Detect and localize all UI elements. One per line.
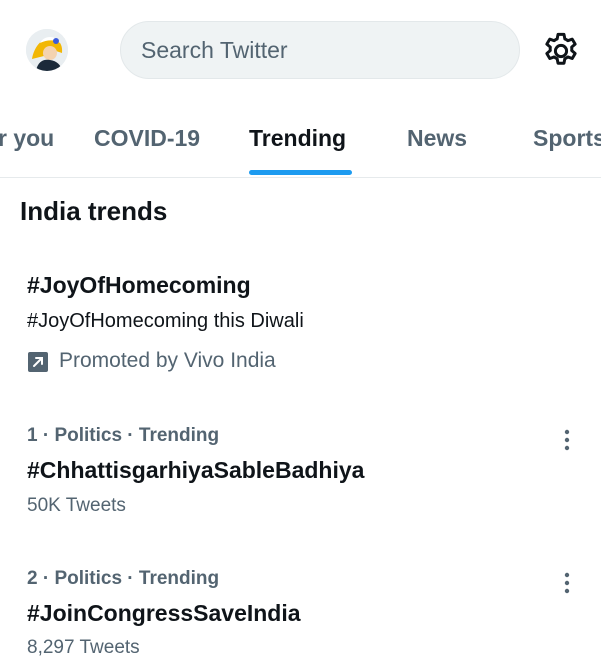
search-bar[interactable]	[120, 21, 520, 79]
promoted-trend-description: #JoyOfHomecoming this Diwali	[27, 310, 304, 332]
trend-tweet-count: 8,297 Tweets	[27, 637, 140, 658]
avatar[interactable]	[26, 29, 68, 71]
trend-title[interactable]: #ChhattisgarhiyaSableBadhiya	[27, 457, 364, 484]
tab-for-you[interactable]: r you	[0, 108, 54, 177]
promoted-trend-title[interactable]: #JoyOfHomecoming	[27, 272, 251, 299]
explore-tabs: r you COVID-19 Trending News Sports	[0, 108, 601, 178]
search-input[interactable]	[141, 22, 501, 78]
tab-covid-19[interactable]: COVID-19	[94, 108, 200, 177]
more-vertical-icon[interactable]	[560, 571, 574, 597]
more-vertical-icon[interactable]	[560, 428, 574, 454]
trend-title[interactable]: #JoinCongressSaveIndia	[27, 600, 301, 627]
promoted-arrow-icon	[27, 351, 48, 372]
tab-trending[interactable]: Trending	[249, 108, 346, 177]
tab-sports[interactable]: Sports	[533, 108, 601, 177]
trend-tweet-count: 50K Tweets	[27, 495, 126, 516]
trend-meta: 1 · Politics · Trending	[27, 425, 220, 446]
tab-news[interactable]: News	[407, 108, 467, 177]
top-header	[0, 0, 601, 100]
active-tab-indicator	[249, 170, 352, 175]
avatar-image	[26, 29, 68, 71]
gear-icon[interactable]	[540, 30, 582, 72]
trend-meta: 2 · Politics · Trending	[27, 568, 220, 589]
section-title: India trends	[20, 196, 168, 226]
promoted-text: Promoted by Vivo India	[59, 349, 276, 372]
